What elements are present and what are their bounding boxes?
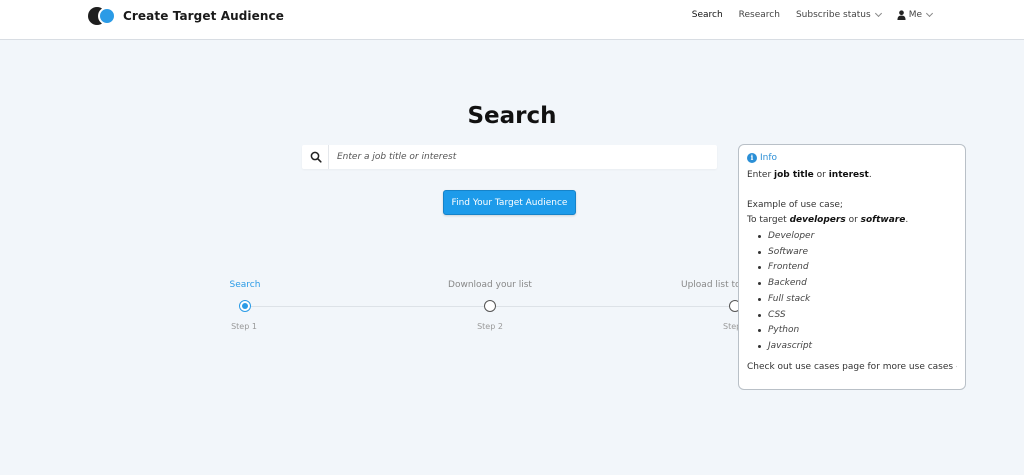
nav-subscribe-label: Subscribe status (795, 10, 871, 20)
external-link-icon (956, 366, 957, 368)
find-audience-button[interactable]: Find Your Target Audience (443, 190, 576, 215)
text-segment: or (845, 215, 861, 225)
info-panel: i Info Enter job title or interest. Exam… (738, 144, 966, 390)
step-2-sub: Step 2 (477, 322, 503, 331)
main-nav: Search Research Subscribe status Me (676, 9, 934, 20)
list-item: Javascript (758, 339, 957, 355)
text-bold: interest (828, 170, 869, 180)
nav-subscribe-status[interactable]: Subscribe status (795, 9, 882, 20)
step-1-label: Search (229, 280, 261, 290)
text-segment: . (905, 215, 909, 225)
info-example: Example of use case; (747, 200, 843, 210)
list-item: Full stack (758, 292, 957, 308)
info-instruction: Enter job title or interest. (747, 168, 957, 183)
info-heading-label: Info (760, 153, 778, 163)
user-icon (897, 10, 906, 20)
brand[interactable]: Create Target Audience (88, 7, 284, 25)
text-bold-italic: developers (789, 215, 846, 225)
step-1-dot[interactable] (239, 300, 251, 312)
search-icon-wrap (302, 145, 329, 169)
text-bold-italic: software (860, 215, 906, 225)
stepper-connector (251, 306, 484, 307)
step-2-label: Download your list (448, 280, 532, 290)
app-title: Create Target Audience (123, 9, 284, 23)
search-icon (310, 151, 322, 163)
list-item: Frontend (758, 260, 957, 276)
chevron-down-icon (874, 9, 882, 18)
search-input[interactable] (337, 145, 709, 169)
nav-research[interactable]: Research (739, 10, 780, 20)
list-item: Python (758, 323, 957, 339)
logo-icon (88, 7, 116, 25)
nav-search[interactable]: Search (692, 10, 723, 20)
text-segment: . (868, 170, 872, 180)
list-item: Developer (758, 229, 957, 245)
use-cases-link-label: Check out use cases page for more use ca… (747, 361, 954, 372)
list-item: CSS (758, 308, 957, 324)
info-icon: i (747, 153, 757, 163)
search-bar (302, 145, 717, 169)
nav-me-label: Me (908, 10, 922, 20)
info-heading: i Info (747, 153, 957, 163)
use-cases-link[interactable]: Check out use cases page for more use ca… (747, 360, 957, 374)
text-segment: To target (747, 215, 790, 225)
chevron-down-icon (925, 9, 934, 18)
list-item: Software (758, 245, 957, 261)
list-item: Backend (758, 276, 957, 292)
text-segment: Enter (747, 170, 775, 180)
step-1-sub: Step 1 (231, 322, 257, 331)
page-title: Search (467, 103, 557, 129)
nav-user-menu[interactable]: Me (897, 9, 934, 20)
use-case-list: Developer Software Frontend Backend Full… (758, 229, 957, 355)
text-segment: or (813, 170, 829, 180)
top-navbar: Create Target Audience Search Research S… (0, 0, 1024, 40)
step-2-dot[interactable] (484, 300, 496, 312)
stepper-connector (496, 306, 729, 307)
info-target: To target developers or software. (747, 213, 957, 228)
text-bold: job title (774, 170, 814, 180)
